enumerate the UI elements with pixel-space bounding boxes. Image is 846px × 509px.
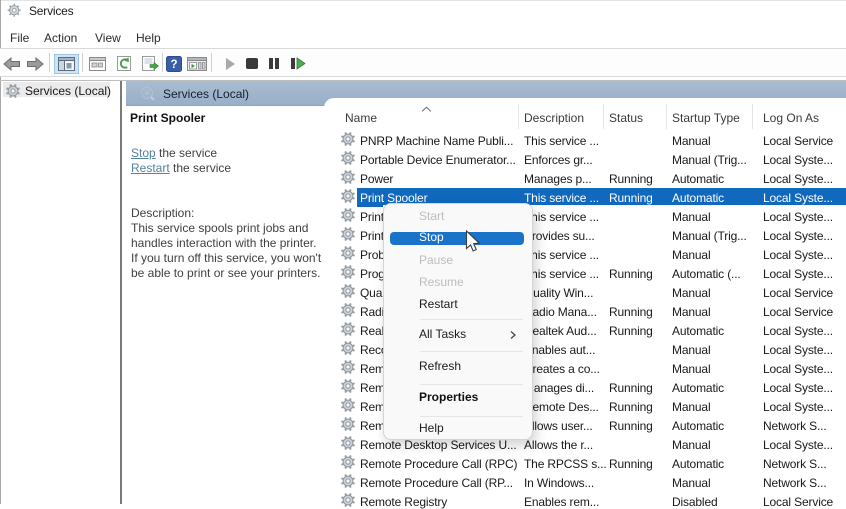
svg-text:?: ? [170, 59, 177, 71]
